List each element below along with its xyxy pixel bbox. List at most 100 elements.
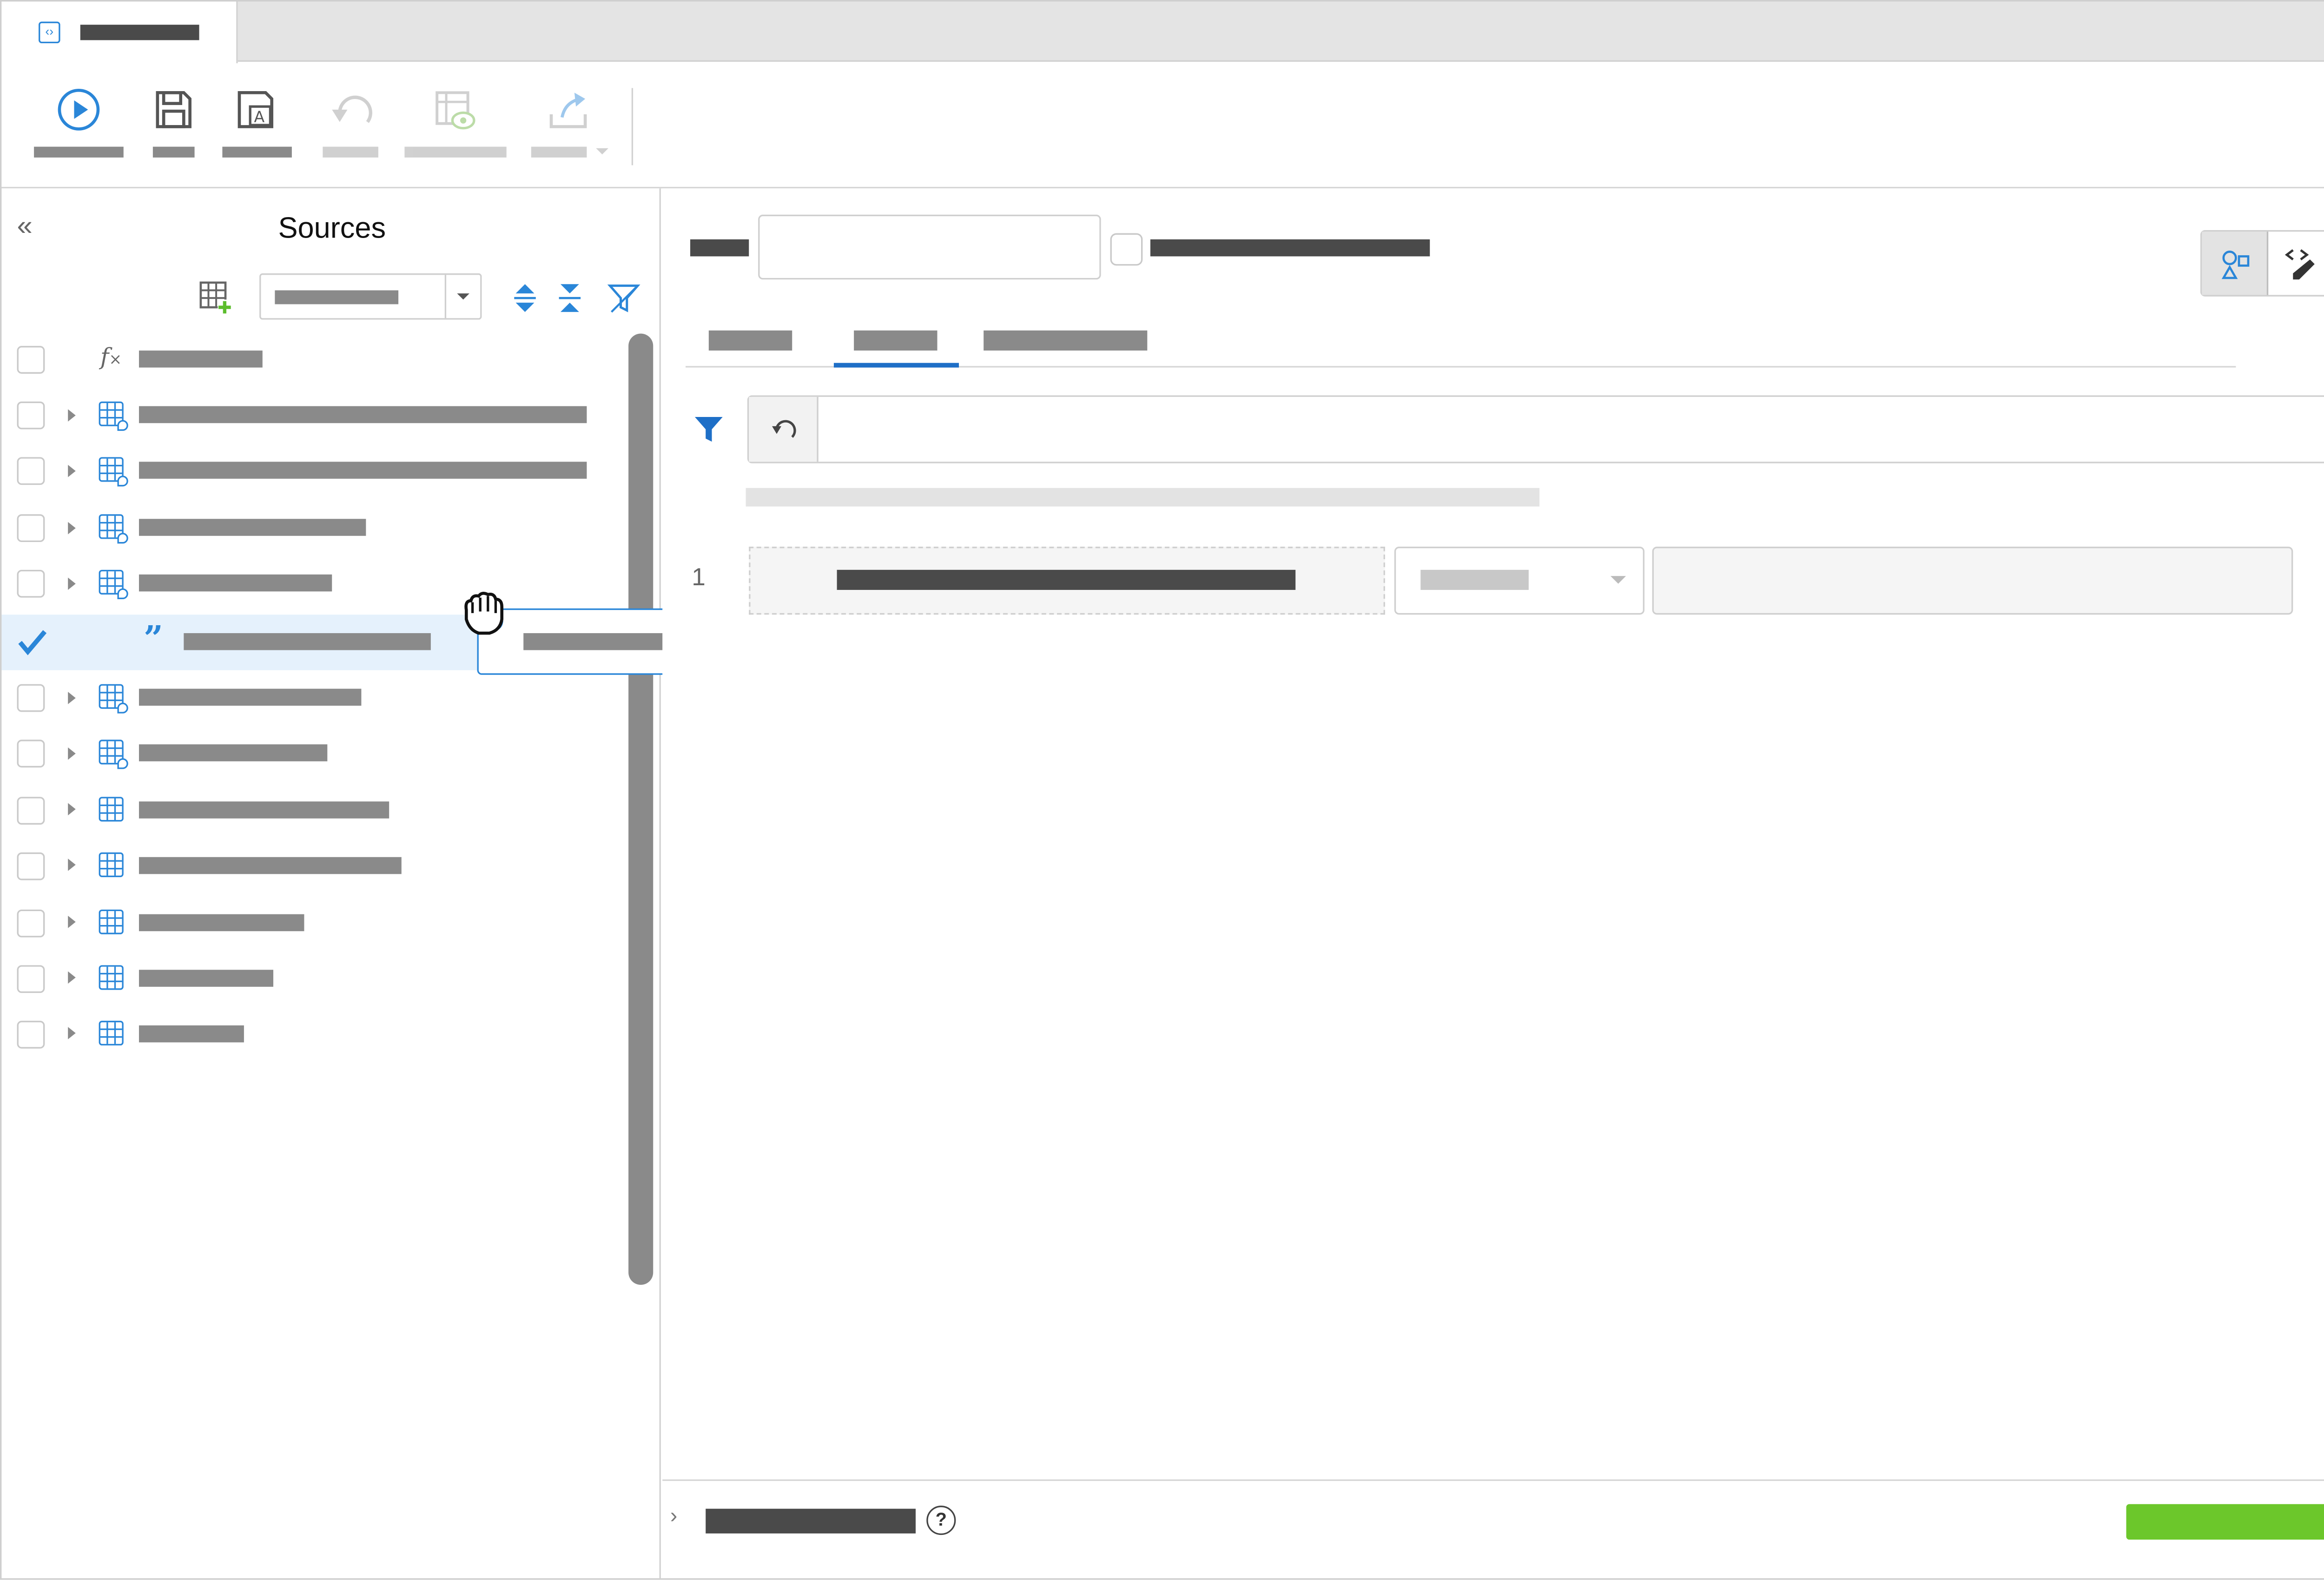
document-tab[interactable]: ‹› (0, 0, 238, 64)
row-checkbox[interactable] (17, 965, 45, 993)
chevron-right-icon[interactable]: › (670, 1502, 678, 1527)
tab-second-label (854, 330, 938, 351)
expression-input[interactable] (820, 397, 2324, 462)
tree-row[interactable] (1, 499, 625, 555)
export-button[interactable] (531, 82, 612, 162)
condition-field-dropzone[interactable] (749, 547, 1385, 615)
export-dropdown-icon[interactable] (596, 148, 608, 155)
expand-arrow-icon[interactable] (68, 1027, 76, 1039)
row-checkbox-checked[interactable] (17, 628, 47, 656)
reset-expression-button[interactable] (749, 397, 819, 462)
expression-hint (746, 488, 1540, 507)
run-button-label (34, 146, 124, 158)
expand-arrow-icon[interactable] (68, 859, 76, 871)
apply-button[interactable] (2126, 1504, 2324, 1540)
table-icon (99, 965, 124, 990)
sources-scrollbar[interactable] (628, 333, 654, 1285)
tab-second-active[interactable] (833, 320, 959, 368)
condition-value-input[interactable] (1652, 547, 2293, 615)
row-checkbox[interactable] (17, 852, 45, 880)
help-icon[interactable]: ? (926, 1506, 956, 1535)
row-checkbox[interactable] (17, 684, 45, 712)
expand-arrow-icon[interactable] (68, 577, 76, 590)
row-label (139, 744, 328, 761)
tree-row[interactable]: f× (1, 332, 625, 388)
row-checkbox[interactable] (17, 514, 45, 542)
expand-arrow-icon[interactable] (68, 522, 76, 535)
option-checkbox[interactable] (1110, 233, 1143, 266)
chevron-down-icon (1610, 576, 1626, 584)
code-mode-button[interactable] (2268, 231, 2324, 295)
preview-button[interactable] (404, 82, 507, 162)
expand-arrow-icon[interactable] (68, 409, 76, 422)
save-as-button-label (222, 146, 292, 158)
undo-button-label (323, 146, 378, 158)
calc-table-icon (99, 569, 128, 599)
code-edit-icon (2284, 249, 2315, 280)
run-icon (58, 89, 100, 131)
operator-select-value (1420, 569, 1529, 590)
row-checkbox[interactable] (17, 401, 45, 430)
condition-field-label (837, 569, 1296, 590)
filter-outline-icon[interactable] (607, 281, 641, 315)
sources-panel: « Sources f× ” (0, 188, 661, 1580)
export-button-label (531, 146, 587, 158)
row-checkbox[interactable] (17, 909, 45, 938)
source-filter-select[interactable] (259, 273, 482, 320)
tree-row[interactable] (1, 1005, 625, 1061)
table-icon (99, 852, 124, 877)
tab-third[interactable] (971, 320, 1160, 366)
row-checkbox[interactable] (17, 569, 45, 598)
toolbar-divider (631, 88, 634, 165)
row-checkbox[interactable] (17, 797, 45, 825)
row-label (139, 914, 304, 932)
expand-arrow-icon[interactable] (68, 803, 76, 816)
operator-select[interactable] (1394, 547, 1645, 615)
source-filter-select-value (275, 290, 399, 304)
document-tab-label (80, 25, 199, 40)
row-checkbox[interactable] (17, 1020, 45, 1049)
tree-row[interactable] (1, 950, 625, 1005)
row-label (139, 688, 362, 706)
tab-first[interactable] (696, 320, 805, 366)
save-button-label (152, 146, 195, 158)
run-button[interactable] (34, 82, 124, 162)
row-checkbox[interactable] (17, 457, 45, 485)
editor-panel: 1 › ? (662, 188, 2324, 1580)
tree-row[interactable] (1, 443, 625, 499)
tree-row[interactable] (1, 894, 625, 950)
add-table-icon[interactable] (199, 281, 233, 315)
visual-mode-button[interactable] (2202, 231, 2269, 295)
row-checkbox[interactable] (17, 346, 45, 374)
row-checkbox[interactable] (17, 740, 45, 768)
condition-row-number: 1 (692, 565, 706, 592)
name-input[interactable] (758, 214, 1101, 280)
expand-arrow-icon[interactable] (68, 916, 76, 928)
toolbar: A (0, 63, 2324, 189)
tree-row[interactable] (1, 724, 625, 780)
name-field-label (690, 239, 749, 257)
expand-arrow-icon[interactable] (68, 971, 76, 984)
tree-row[interactable] (1, 668, 625, 724)
grab-cursor-icon (464, 592, 504, 635)
tree-row[interactable] (1, 781, 625, 837)
tree-row[interactable] (1, 556, 625, 612)
expand-all-icon[interactable] (513, 281, 537, 315)
preview-button-label (404, 146, 507, 158)
expand-arrow-icon[interactable] (68, 692, 76, 704)
svg-text:A: A (254, 107, 264, 126)
row-label (139, 1025, 244, 1043)
expand-arrow-icon[interactable] (68, 464, 76, 477)
row-label (139, 406, 587, 423)
footer-section-label (706, 1508, 916, 1534)
calc-table-icon (99, 740, 128, 769)
collapse-all-icon[interactable] (557, 281, 582, 315)
row-label (139, 801, 390, 819)
save-button[interactable] (152, 82, 195, 162)
tree-row[interactable] (1, 837, 625, 893)
select-divider (444, 275, 447, 318)
expand-arrow-icon[interactable] (68, 747, 76, 760)
undo-button[interactable] (323, 82, 378, 162)
tree-row[interactable] (1, 388, 625, 443)
save-as-button[interactable]: A (222, 82, 292, 162)
